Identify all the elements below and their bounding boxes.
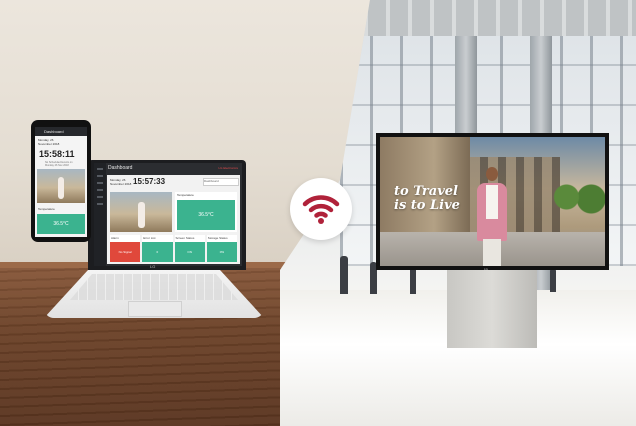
laptop-status-tiles: Alarm No Signal Error List 0 Screen Stat… <box>110 235 237 262</box>
phone-clock: 15:58:11 <box>39 149 75 159</box>
phone-app-title: Dashboard <box>44 129 64 134</box>
laptop-keyboard <box>70 274 238 300</box>
signage-screen: to Travel is to Live <box>380 137 605 266</box>
laptop-app-title: Dashboard <box>108 165 133 171</box>
lobby-person <box>410 266 416 294</box>
screen-trees <box>550 177 605 217</box>
phone-content-preview <box>37 169 85 203</box>
status-tile-alarm[interactable]: Alarm No Signal <box>110 235 141 262</box>
signage-headline: to Travel is to Live <box>394 185 460 213</box>
status-tile-label: Screen Status <box>175 236 195 240</box>
laptop-screen: Dashboard LG Electronics Monday, 26 Nove… <box>94 163 242 266</box>
status-tile-error-list[interactable]: Error List 0 <box>142 235 173 262</box>
phone-date: Monday, 26 November 2018 <box>38 138 60 146</box>
phone-temperature-value: 36.5°C <box>37 214 85 234</box>
status-tile-label: Storage Status <box>207 236 228 240</box>
laptop-content-preview <box>110 192 172 232</box>
signage-headline-line2: is to Live <box>394 198 460 213</box>
status-tile-value: 0% <box>206 242 237 262</box>
status-tile-label: Error List <box>143 236 156 240</box>
laptop-brand-label: LG Electronics <box>218 166 238 170</box>
monitor-stand <box>447 270 537 348</box>
signage-headline-line1: to Travel <box>394 184 458 199</box>
phone-temperature-label: Temperature <box>38 207 55 211</box>
laptop-dashboard-select[interactable]: Dashboard <box>203 178 239 186</box>
laptop-dashboard: Monday, 26 November 2018 15:57:33 Dashbo… <box>107 175 240 264</box>
monitor-logo: LG <box>484 267 489 271</box>
laptop-touchpad <box>128 301 182 317</box>
status-tile-label: Alarm <box>111 236 119 240</box>
lobby-person <box>340 256 348 294</box>
status-tile-value: 0 <box>142 242 173 262</box>
phone-schedule-note: No Scheduled Events on Monday 26 Nov 201… <box>45 161 73 167</box>
laptop-date: Monday, 26 November 2018 <box>110 178 132 186</box>
status-tile-value: No Signal <box>110 242 141 262</box>
laptop-temperature-value: 36.5°C <box>177 200 235 230</box>
laptop-temperature-card: Temperature 36.5°C <box>175 192 237 232</box>
phone-screen: Dashboard Monday, 26 November 2018 15:58… <box>35 127 87 237</box>
laptop-temperature-label: Temperature <box>177 193 194 197</box>
status-tile-value: ON <box>174 242 205 262</box>
screen-woman-figure <box>475 165 509 266</box>
wifi-icon <box>302 195 340 224</box>
status-tile-storage-status[interactable]: Storage Status 0% <box>206 235 237 262</box>
status-tile-screen-status[interactable]: Screen Status ON <box>174 235 205 262</box>
laptop-sidebar[interactable] <box>94 163 106 266</box>
wifi-badge <box>290 178 352 240</box>
lobby-person <box>550 268 556 292</box>
laptop-clock: 15:57:33 <box>133 177 166 186</box>
laptop-logo: LG <box>150 264 156 269</box>
